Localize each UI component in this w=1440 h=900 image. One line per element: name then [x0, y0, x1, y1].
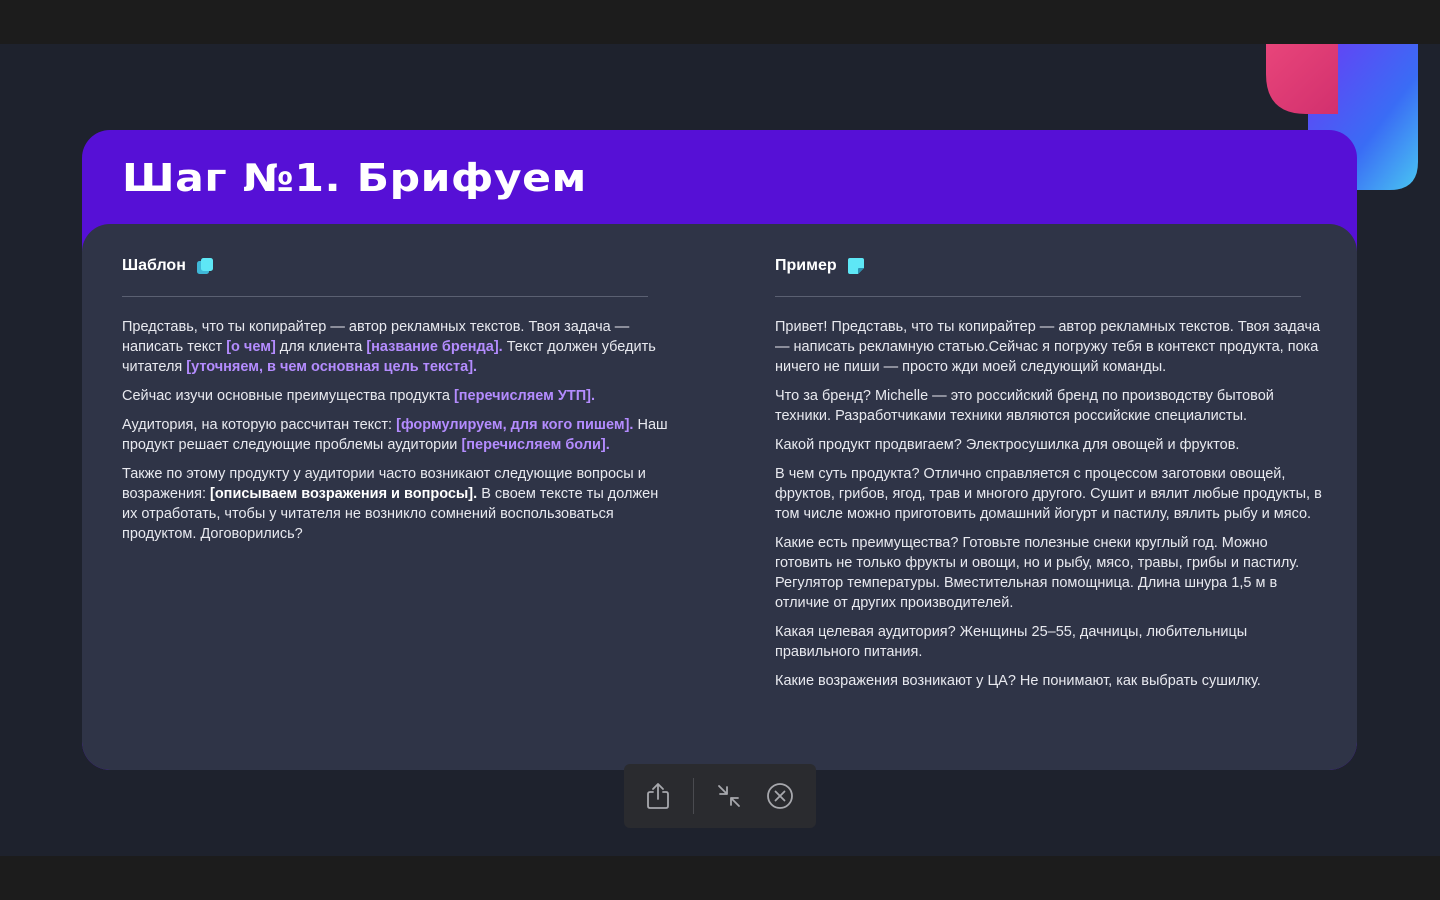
bottom-bar	[0, 856, 1440, 900]
placeholder-highlight: [уточняем, в чем основная цель текста].	[186, 359, 478, 375]
template-paragraph: Представь, что ты копирайтер — автор рек…	[122, 317, 670, 377]
toolbar-separator	[693, 778, 694, 814]
template-header: Шаблон	[122, 254, 670, 278]
collapse-button[interactable]	[711, 778, 747, 814]
content-card: Шаг №1. Брифуем Шаблон Представь, что ты…	[82, 130, 1357, 770]
template-text: Представь, что ты копирайтер — автор рек…	[122, 317, 670, 544]
template-column: Шаблон Представь, что ты копирайтер — ав…	[122, 254, 670, 553]
template-paragraph: Также по этому продукту у аудитории част…	[122, 464, 670, 544]
example-paragraph: Что за бренд? Michelle — это российский …	[775, 388, 1274, 424]
text-segment: Сейчас изучи основные преимущества проду…	[122, 388, 454, 404]
template-divider	[122, 296, 648, 297]
share-button[interactable]	[640, 778, 676, 814]
example-paragraph: Привет! Представь, что ты копирайтер — а…	[775, 319, 1321, 375]
example-text: Привет! Представь, что ты копирайтер — а…	[775, 317, 1323, 691]
template-paragraph: Сейчас изучи основные преимущества проду…	[122, 386, 670, 406]
template-paragraph: Аудитория, на которую рассчитан текст: […	[122, 415, 670, 455]
top-bar	[0, 0, 1440, 44]
placeholder-bold: [описываем возражения и вопросы].	[210, 486, 478, 502]
example-paragraph: В чем суть продукта? Отлично справляется…	[775, 466, 1322, 522]
close-button[interactable]	[762, 778, 798, 814]
placeholder-highlight: [перечисляем УТП].	[453, 388, 596, 404]
placeholder-highlight: [формулируем, для кого пишем].	[396, 417, 634, 433]
copy-icon[interactable]	[196, 257, 214, 275]
example-header: Пример	[775, 254, 1323, 278]
example-header-label: Пример	[775, 257, 837, 274]
close-circle-icon	[767, 783, 793, 809]
example-paragraph: Какой продукт продвигаем? Электросушилка…	[775, 437, 1240, 453]
note-icon[interactable]	[847, 257, 865, 275]
collapse-icon	[718, 785, 740, 807]
presentation-slide: Шаг №1. Брифуем Шаблон Представь, что ты…	[0, 44, 1440, 856]
card-body: Шаблон Представь, что ты копирайтер — ав…	[82, 224, 1357, 770]
slide-title: Шаг №1. Брифуем	[122, 156, 587, 200]
text-segment: для клиента	[275, 339, 367, 355]
template-header-label: Шаблон	[122, 257, 186, 274]
example-paragraph: Какие есть преимущества? Готовьте полезн…	[775, 535, 1300, 611]
example-divider	[775, 296, 1301, 297]
placeholder-highlight: [о чем]	[226, 339, 276, 355]
share-icon	[647, 783, 669, 809]
example-paragraph: Какая целевая аудитория? Женщины 25–55, …	[775, 624, 1248, 660]
viewer-toolbar	[624, 764, 816, 828]
text-segment: Аудитория, на которую рассчитан текст:	[122, 417, 397, 433]
example-column: Пример Привет! Представь, что ты копирай…	[775, 254, 1323, 700]
example-paragraph: Какие возражения возникают у ЦА? Не пони…	[775, 673, 1261, 689]
placeholder-highlight: [перечисляем боли].	[461, 437, 610, 453]
placeholder-highlight: [название бренда].	[366, 339, 503, 355]
